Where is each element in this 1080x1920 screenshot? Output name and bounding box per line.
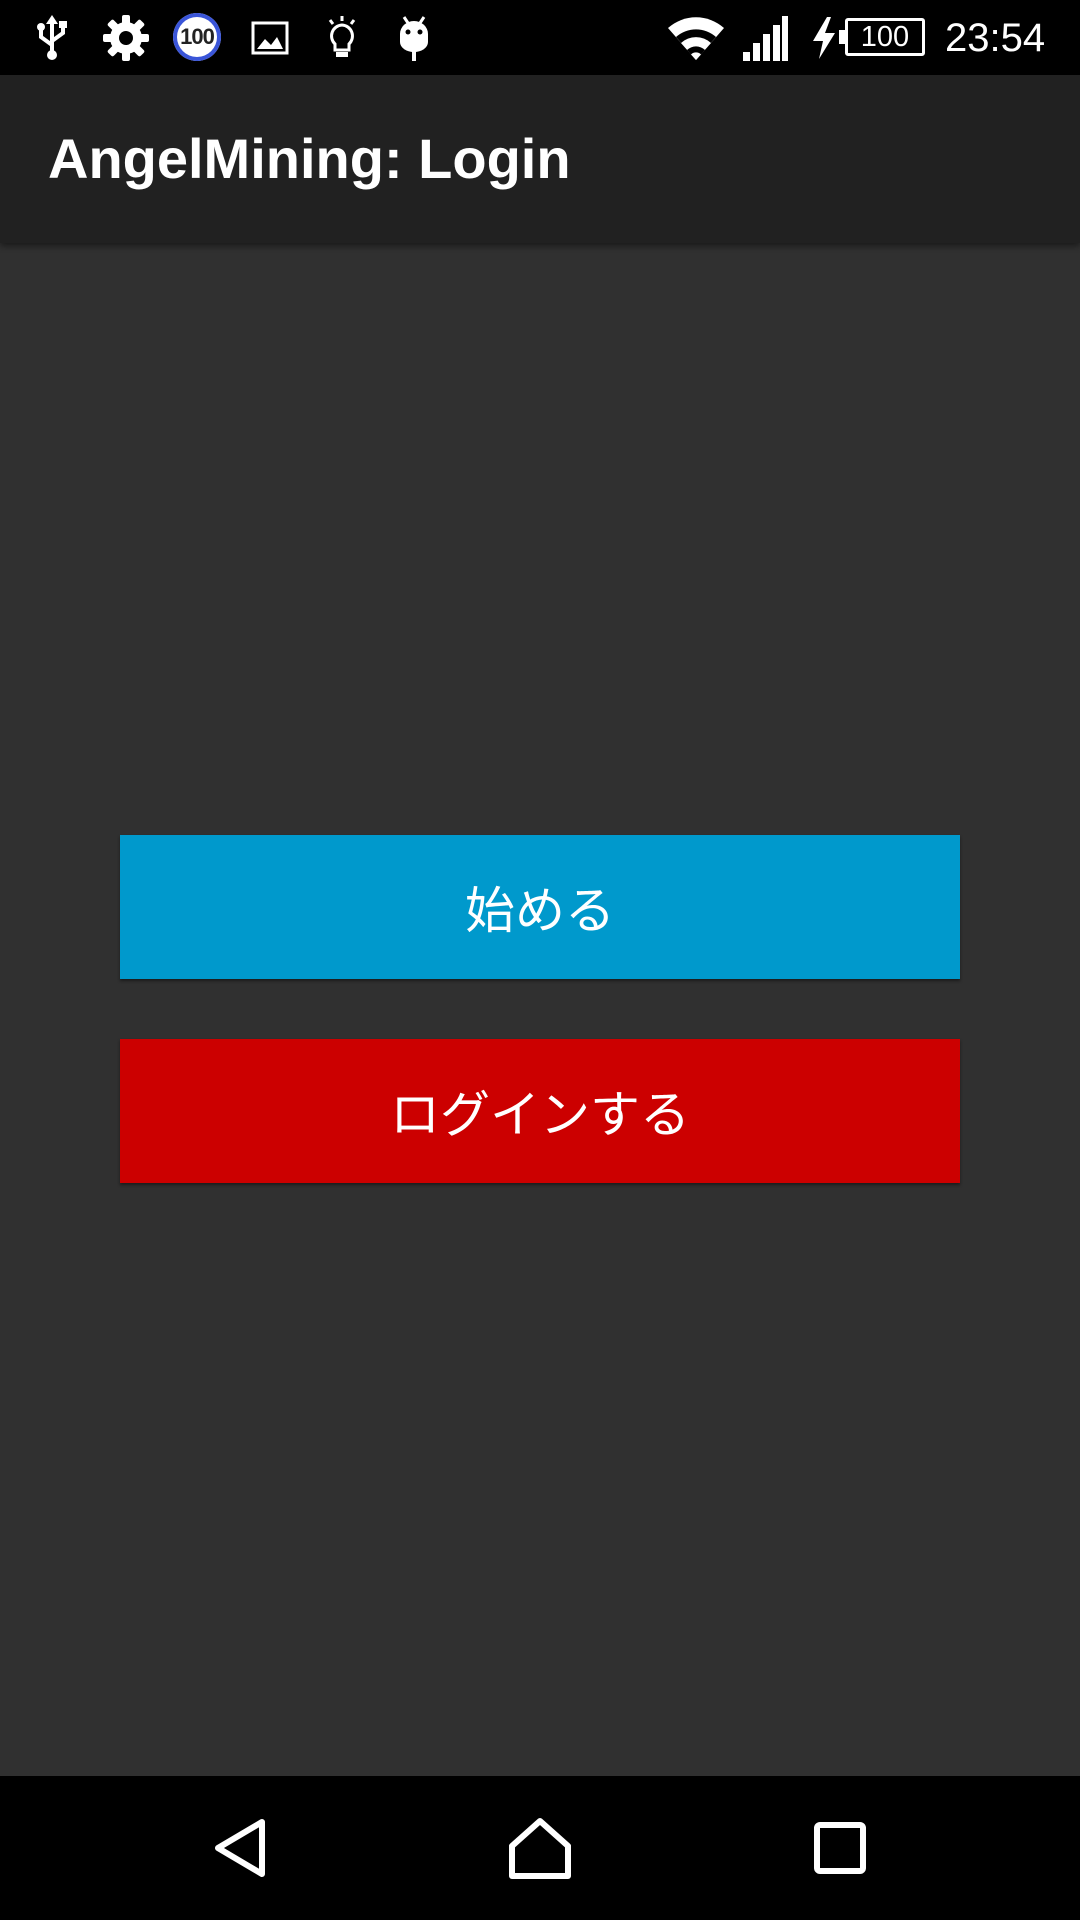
back-icon[interactable] bbox=[190, 1798, 290, 1898]
navigation-bar bbox=[0, 1776, 1080, 1920]
recents-icon[interactable] bbox=[790, 1798, 890, 1898]
screen: 100 100 23:54 AngelMining: Login 始める ログイ… bbox=[0, 0, 1080, 1920]
app-title: AngelMining: Login bbox=[48, 127, 571, 190]
settings-icon bbox=[100, 12, 152, 64]
lightbulb-icon bbox=[322, 12, 362, 64]
android-icon bbox=[394, 12, 434, 64]
charging-icon bbox=[810, 12, 838, 64]
wifi-icon bbox=[665, 12, 727, 64]
home-icon[interactable] bbox=[490, 1798, 590, 1898]
status-bar: 100 100 23:54 bbox=[0, 0, 1080, 75]
image-icon bbox=[250, 12, 290, 64]
notification-badge: 100 bbox=[173, 13, 221, 61]
app-bar: AngelMining: Login bbox=[0, 75, 1080, 243]
start-button[interactable]: 始める bbox=[120, 835, 960, 979]
usb-icon bbox=[32, 12, 72, 64]
status-clock: 23:54 bbox=[945, 16, 1046, 60]
signal-icon bbox=[740, 12, 790, 64]
battery-icon: 100 bbox=[839, 18, 925, 56]
login-button[interactable]: ログインする bbox=[120, 1039, 960, 1183]
